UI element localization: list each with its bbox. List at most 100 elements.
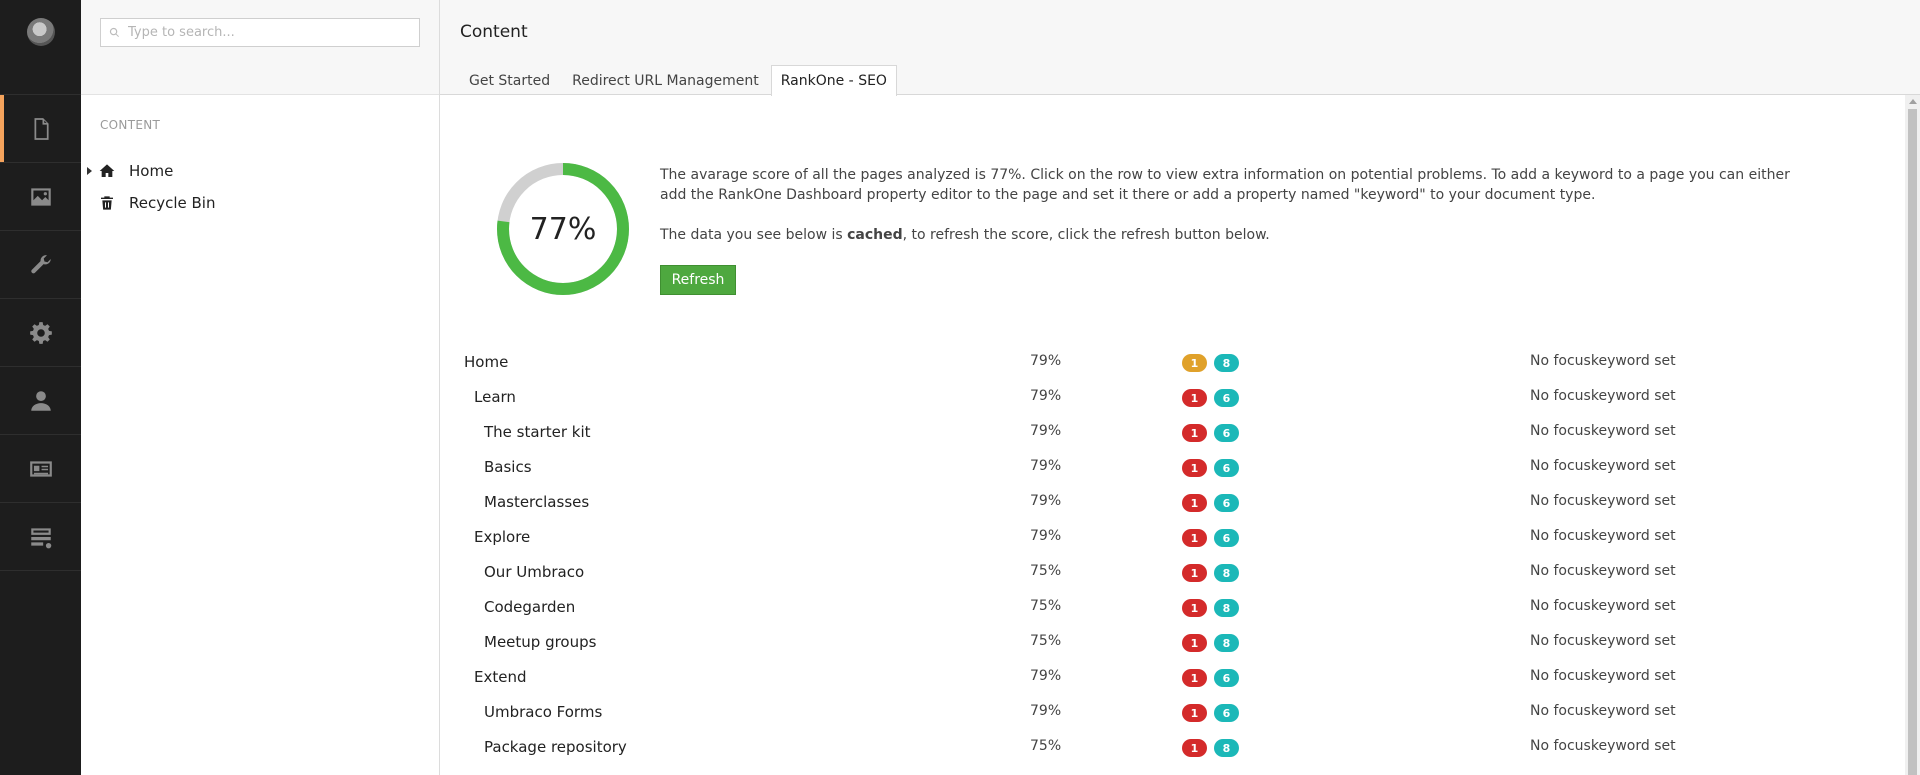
main-header: Content Get Started Redirect URL Managem…: [440, 0, 1920, 96]
search-input[interactable]: [128, 25, 408, 40]
tab-get-started[interactable]: Get Started: [459, 65, 560, 95]
expand-caret-icon[interactable]: [87, 167, 92, 175]
info-count-badge: 6: [1214, 529, 1239, 547]
table-row[interactable]: Explore 79% 1 6 No focuskeyword set: [440, 520, 1900, 555]
cache-note: The data you see below is cached, to ref…: [660, 225, 1810, 245]
content-tree-panel: CONTENT Home Recycle Bin: [81, 0, 440, 775]
search-box[interactable]: [100, 18, 420, 47]
table-row[interactable]: Learn 79% 1 6 No focuskeyword set: [440, 380, 1900, 415]
users-section[interactable]: [0, 367, 81, 435]
table-row[interactable]: Our Umbraco 75% 1 8 No focuskeyword set: [440, 555, 1900, 590]
gear-icon: [29, 321, 52, 344]
row-page-name: Our Umbraco: [484, 563, 585, 581]
cache-note-emphasis: cached: [847, 227, 903, 243]
row-focus-keyword: No focuskeyword set: [1530, 633, 1676, 649]
info-count-badge: 6: [1214, 459, 1239, 477]
scrollbar-thumb[interactable]: [1908, 109, 1917, 775]
row-page-name: The starter kit: [484, 423, 591, 441]
tree-node-label: Home: [129, 162, 174, 180]
scroll-up-arrow-icon[interactable]: [1909, 99, 1917, 104]
members-section[interactable]: [0, 435, 81, 503]
row-score: 79%: [1030, 703, 1062, 719]
tab-redirect-url-management[interactable]: Redirect URL Management: [562, 65, 769, 95]
row-focus-keyword: No focuskeyword set: [1530, 738, 1676, 754]
row-badges: 16: [1182, 459, 1246, 477]
row-page-name: Codegarden: [484, 598, 576, 616]
error-count-badge: 1: [1182, 424, 1207, 442]
row-badges: 16: [1182, 669, 1246, 687]
table-row[interactable]: Basics 79% 1 6 No focuskeyword set: [440, 450, 1900, 485]
wrench-icon: [30, 254, 51, 273]
row-score: 79%: [1030, 353, 1062, 369]
error-count-badge: 1: [1182, 529, 1207, 547]
row-page-name: Learn: [474, 388, 516, 406]
row-focus-keyword: No focuskeyword set: [1530, 493, 1676, 509]
tree-header: [81, 0, 439, 95]
error-count-badge: 1: [1182, 459, 1207, 477]
row-badges: 18: [1182, 564, 1246, 582]
row-score: 79%: [1030, 668, 1062, 684]
tree-node-home[interactable]: Home: [81, 159, 173, 183]
main-area: Content Get Started Redirect URL Managem…: [440, 0, 1920, 775]
error-count-badge: 1: [1182, 599, 1207, 617]
row-badges: 18: [1182, 599, 1246, 617]
table-row[interactable]: Umbraco Forms 79% 1 6 No focuskeyword set: [440, 695, 1900, 730]
row-score: 75%: [1030, 598, 1062, 614]
row-score: 79%: [1030, 388, 1062, 404]
intro-text: The avarage score of all the pages analy…: [660, 165, 1810, 245]
tree-node-recycle-bin[interactable]: Recycle Bin: [81, 191, 215, 215]
table-row[interactable]: Home 79% 1 8 No focuskeyword set: [440, 345, 1900, 380]
forms-section[interactable]: [0, 503, 81, 571]
developer-section[interactable]: [0, 299, 81, 367]
info-count-badge: 8: [1214, 634, 1239, 652]
trash-icon: [101, 196, 113, 210]
row-focus-keyword: No focuskeyword set: [1530, 668, 1676, 684]
row-score: 75%: [1030, 633, 1062, 649]
row-page-name: Umbraco Forms: [484, 703, 603, 721]
content-section[interactable]: [0, 95, 81, 163]
info-count-badge: 6: [1214, 704, 1239, 722]
page-title: Content: [460, 22, 528, 42]
row-focus-keyword: No focuskeyword set: [1530, 423, 1676, 439]
row-score: 79%: [1030, 423, 1062, 439]
row-score: 75%: [1030, 738, 1062, 754]
row-focus-keyword: No focuskeyword set: [1530, 353, 1676, 369]
refresh-button[interactable]: Refresh: [660, 265, 736, 295]
table-row[interactable]: The starter kit 79% 1 6 No focuskeyword set: [440, 415, 1900, 450]
media-section[interactable]: [0, 163, 81, 231]
row-focus-keyword: No focuskeyword set: [1530, 528, 1676, 544]
document-icon: [34, 117, 49, 140]
table-row[interactable]: Meetup groups 75% 1 8 No focuskeyword set: [440, 625, 1900, 660]
info-count-badge: 8: [1214, 739, 1239, 757]
row-page-name: Extend: [474, 668, 527, 686]
info-count-badge: 6: [1214, 669, 1239, 687]
table-row[interactable]: Masterclasses 79% 1 6 No focuskeyword set: [440, 485, 1900, 520]
tab-bar: Get Started Redirect URL Management Rank…: [459, 65, 899, 96]
row-score: 75%: [1030, 563, 1062, 579]
id-card-icon: [29, 460, 52, 477]
error-count-badge: 1: [1182, 739, 1207, 757]
row-focus-keyword: No focuskeyword set: [1530, 563, 1676, 579]
row-page-name: Package repository: [484, 738, 627, 756]
score-percentage: 77%: [529, 211, 597, 247]
table-row[interactable]: Extend 79% 1 6 No focuskeyword set: [440, 660, 1900, 695]
user-avatar[interactable]: [27, 18, 55, 46]
seo-dashboard: 77% The avarage score of all the pages a…: [440, 95, 1920, 775]
table-row[interactable]: Codegarden 75% 1 8 No focuskeyword set: [440, 590, 1900, 625]
tab-rankone-seo[interactable]: RankOne - SEO: [770, 65, 897, 96]
settings-section[interactable]: [0, 231, 81, 299]
row-badges: 16: [1182, 494, 1246, 512]
row-badges: 16: [1182, 704, 1246, 722]
row-badges: 18: [1182, 739, 1246, 757]
info-count-badge: 6: [1214, 494, 1239, 512]
row-page-name: Masterclasses: [484, 493, 590, 511]
row-score: 79%: [1030, 528, 1062, 544]
row-focus-keyword: No focuskeyword set: [1530, 598, 1676, 614]
table-row[interactable]: Package repository 75% 1 8 No focuskeyword s…: [440, 730, 1900, 765]
tree-section-title: CONTENT: [100, 118, 161, 132]
error-count-badge: 1: [1182, 389, 1207, 407]
info-count-badge: 8: [1214, 354, 1239, 372]
row-page-name: Home: [464, 353, 509, 371]
scrollbar[interactable]: [1905, 95, 1920, 775]
row-badges: 18: [1182, 634, 1246, 652]
